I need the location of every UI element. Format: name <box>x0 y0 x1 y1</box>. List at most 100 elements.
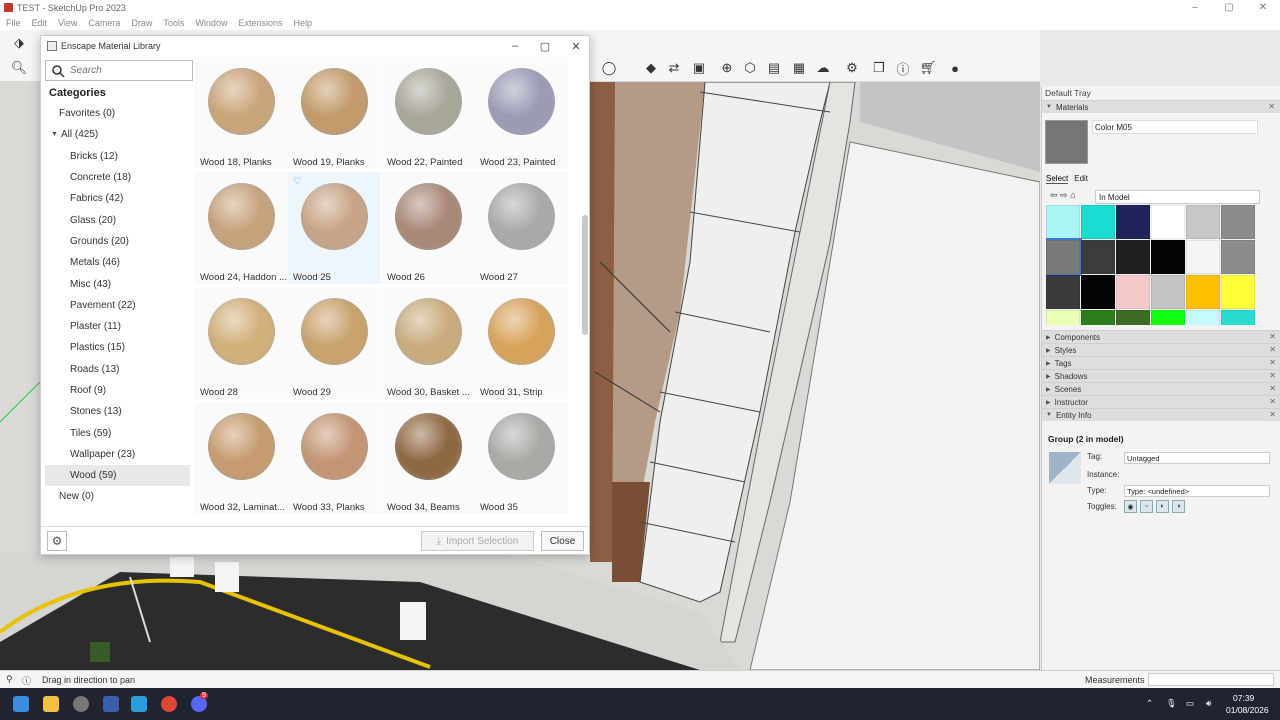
category-item[interactable]: Roof (9) <box>45 380 190 401</box>
expand-icon[interactable]: ▼ <box>51 131 61 138</box>
tab-edit[interactable]: Edit <box>1074 174 1088 184</box>
category-item[interactable]: Metals (46) <box>45 252 190 273</box>
panel-close-icon[interactable]: ✕ <box>1269 410 1276 419</box>
material-swatch[interactable] <box>1116 310 1150 325</box>
material-swatch[interactable] <box>1221 310 1255 325</box>
dialog-minimize-icon[interactable]: – <box>507 38 523 54</box>
category-item[interactable]: ▼ All (425) <box>45 124 190 145</box>
panel-close-icon[interactable]: ✕ <box>1269 371 1276 380</box>
type-select[interactable]: Type: <undefined> <box>1124 485 1270 497</box>
window-icon[interactable]: ❐ <box>870 59 888 77</box>
material-swatch[interactable] <box>1046 275 1080 309</box>
category-item[interactable]: Roads (13) <box>45 359 190 380</box>
material-tile[interactable]: Wood 23, Painted <box>475 57 568 169</box>
material-swatch[interactable] <box>1186 205 1220 239</box>
material-tile[interactable]: Wood 33, Planks <box>288 402 381 514</box>
dialog-maximize-icon[interactable]: ▢ <box>537 38 553 54</box>
panel-close-icon[interactable]: ✕ <box>1269 397 1276 406</box>
clock-date[interactable]: 01/08/2026 <box>1226 705 1269 715</box>
shadow-receive-toggle-icon[interactable]: ◑ <box>1172 500 1185 513</box>
panel-header-tags[interactable]: ▶ Tags ✕ <box>1042 356 1280 369</box>
category-item[interactable]: Pavement (22) <box>45 295 190 316</box>
menu-item-extensions[interactable]: Extensions <box>238 18 282 28</box>
material-swatch[interactable] <box>1221 205 1255 239</box>
material-tile[interactable]: Wood 35 <box>475 402 568 514</box>
user-icon[interactable]: ● <box>946 59 964 77</box>
account-icon[interactable]: ◯ <box>600 59 618 77</box>
category-item[interactable]: Concrete (18) <box>45 167 190 188</box>
panel-header-instructor[interactable]: ▶ Instructor ✕ <box>1042 395 1280 408</box>
windows-start-icon[interactable] <box>13 696 29 712</box>
close-button[interactable]: Close <box>541 531 584 551</box>
library-select[interactable]: In Model <box>1095 190 1260 204</box>
category-item[interactable]: Plaster (11) <box>45 316 190 337</box>
menu-item-draw[interactable]: Draw <box>131 18 152 28</box>
grid-icon[interactable]: ▦ <box>790 59 808 77</box>
material-swatch[interactable] <box>1081 205 1115 239</box>
help-icon[interactable]: ⓘ <box>22 674 31 687</box>
material-tile[interactable]: Wood 32, Laminat... <box>195 402 288 514</box>
menu-item-camera[interactable]: Camera <box>88 18 120 28</box>
material-icon[interactable]: ▤ <box>765 59 783 77</box>
settings-button[interactable]: ⚙ <box>47 531 67 551</box>
material-swatch[interactable] <box>1151 240 1185 274</box>
chrome-icon[interactable] <box>161 696 177 712</box>
cart-icon[interactable]: 🛒︎ <box>919 59 937 77</box>
panel-close-icon[interactable]: ✕ <box>1269 345 1276 354</box>
panel-close-icon[interactable]: ✕ <box>1269 358 1276 367</box>
grid-scrollbar[interactable] <box>581 57 589 519</box>
material-tile[interactable]: Wood 34, Beams <box>382 402 475 514</box>
menu-item-tools[interactable]: Tools <box>163 18 184 28</box>
enscape-taskbar-icon[interactable] <box>131 696 147 712</box>
material-tile[interactable]: Wood 22, Painted <box>382 57 475 169</box>
category-item[interactable]: Plastics (15) <box>45 337 190 358</box>
material-tile[interactable]: ♡ Wood 25 <box>288 172 381 284</box>
category-item[interactable]: Favorites (0) <box>45 103 190 124</box>
panel-close-icon[interactable]: ✕ <box>1268 102 1275 111</box>
material-swatch[interactable] <box>1151 310 1185 325</box>
sketchup-taskbar-icon[interactable] <box>103 696 119 712</box>
measurements-input[interactable] <box>1148 673 1274 686</box>
search-input[interactable] <box>70 65 188 76</box>
material-tile[interactable]: Wood 28 <box>195 287 288 399</box>
upload-icon[interactable]: ☁ <box>814 59 832 77</box>
tag-select[interactable]: Untagged <box>1124 452 1270 464</box>
settings-icon[interactable]: ⚙ <box>843 59 861 77</box>
category-item[interactable]: Wood (59) <box>45 465 190 487</box>
close-icon[interactable]: ✕ <box>1246 0 1280 15</box>
minimize-icon[interactable]: – <box>1178 0 1212 15</box>
material-swatch[interactable] <box>1186 310 1220 325</box>
tab-select[interactable]: Select <box>1046 174 1069 184</box>
menu-item-window[interactable]: Window <box>195 18 227 28</box>
clock-time[interactable]: 07:39 <box>1233 693 1254 703</box>
material-tile[interactable]: Wood 27 <box>475 172 568 284</box>
material-swatch[interactable] <box>1116 205 1150 239</box>
material-swatch[interactable] <box>1046 310 1080 325</box>
material-tile[interactable]: Wood 26 <box>382 172 475 284</box>
category-item[interactable]: Fabrics (42) <box>45 188 190 209</box>
material-swatch[interactable] <box>1081 240 1115 274</box>
add-icon[interactable]: ⊕ <box>718 59 736 77</box>
panel-header-components[interactable]: ▶ Components ✕ <box>1042 330 1280 343</box>
geo-icon[interactable]: ⚲ <box>6 674 13 685</box>
category-item[interactable]: Wallpaper (23) <box>45 444 190 465</box>
material-swatch[interactable] <box>1081 275 1115 309</box>
tray-arrow-icon[interactable]: ⌃ <box>1146 698 1153 709</box>
category-item[interactable]: Glass (20) <box>45 209 190 230</box>
material-swatch[interactable] <box>1186 275 1220 309</box>
maximize-icon[interactable]: ▢ <box>1212 0 1246 15</box>
material-tile[interactable]: Wood 29 <box>288 287 381 399</box>
sync-icon[interactable]: ⇄ <box>665 59 683 77</box>
material-tile[interactable]: Wood 18, Planks <box>195 57 288 169</box>
material-swatch[interactable] <box>1081 310 1115 325</box>
menu-item-file[interactable]: File <box>6 18 21 28</box>
material-name-field[interactable]: Color M05 <box>1092 120 1258 134</box>
dialog-title-bar[interactable]: Enscape Material Library – ▢ ✕ <box>41 36 589 56</box>
category-item[interactable]: New (0) <box>45 486 190 507</box>
menu-item-help[interactable]: Help <box>293 18 312 28</box>
capture-icon[interactable]: ▣ <box>690 59 708 77</box>
favorite-heart-icon[interactable]: ♡ <box>293 177 303 187</box>
material-swatch[interactable] <box>1186 240 1220 274</box>
material-swatch[interactable] <box>1046 205 1080 239</box>
material-swatch[interactable] <box>1221 275 1255 309</box>
